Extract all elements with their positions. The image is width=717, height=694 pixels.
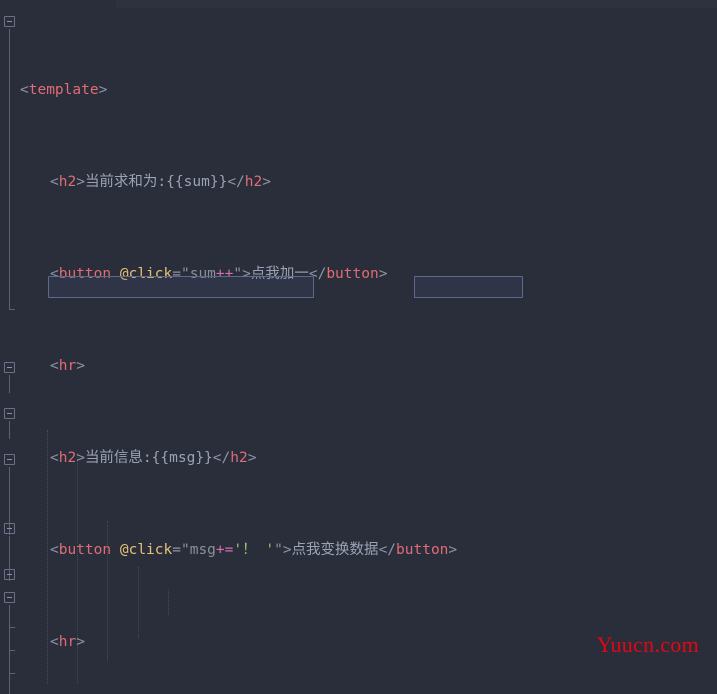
code-line[interactable]: <h2>当前信息:{{msg}}</h2>: [0, 447, 717, 470]
code-line[interactable]: <h2>当前求和为:{{sum}}</h2>: [0, 171, 717, 194]
code-line[interactable]: <button @click="sum++">点我加一</button>: [0, 263, 717, 286]
editor-top-band: [0, 0, 717, 10]
editor-top-band-highlight: [116, 0, 717, 8]
code-line[interactable]: <button @click="msg+='！ '">点我变换数据</butto…: [0, 539, 717, 562]
code-content[interactable]: <template> <h2>当前求和为:{{sum}}</h2> <butto…: [0, 10, 717, 694]
code-line[interactable]: <hr>: [0, 355, 717, 378]
site-watermark: Yuucn.com: [596, 632, 699, 657]
code-editor[interactable]: <template> <h2>当前求和为:{{sum}}</h2> <butto…: [0, 0, 717, 694]
code-line[interactable]: <template>: [0, 79, 717, 102]
